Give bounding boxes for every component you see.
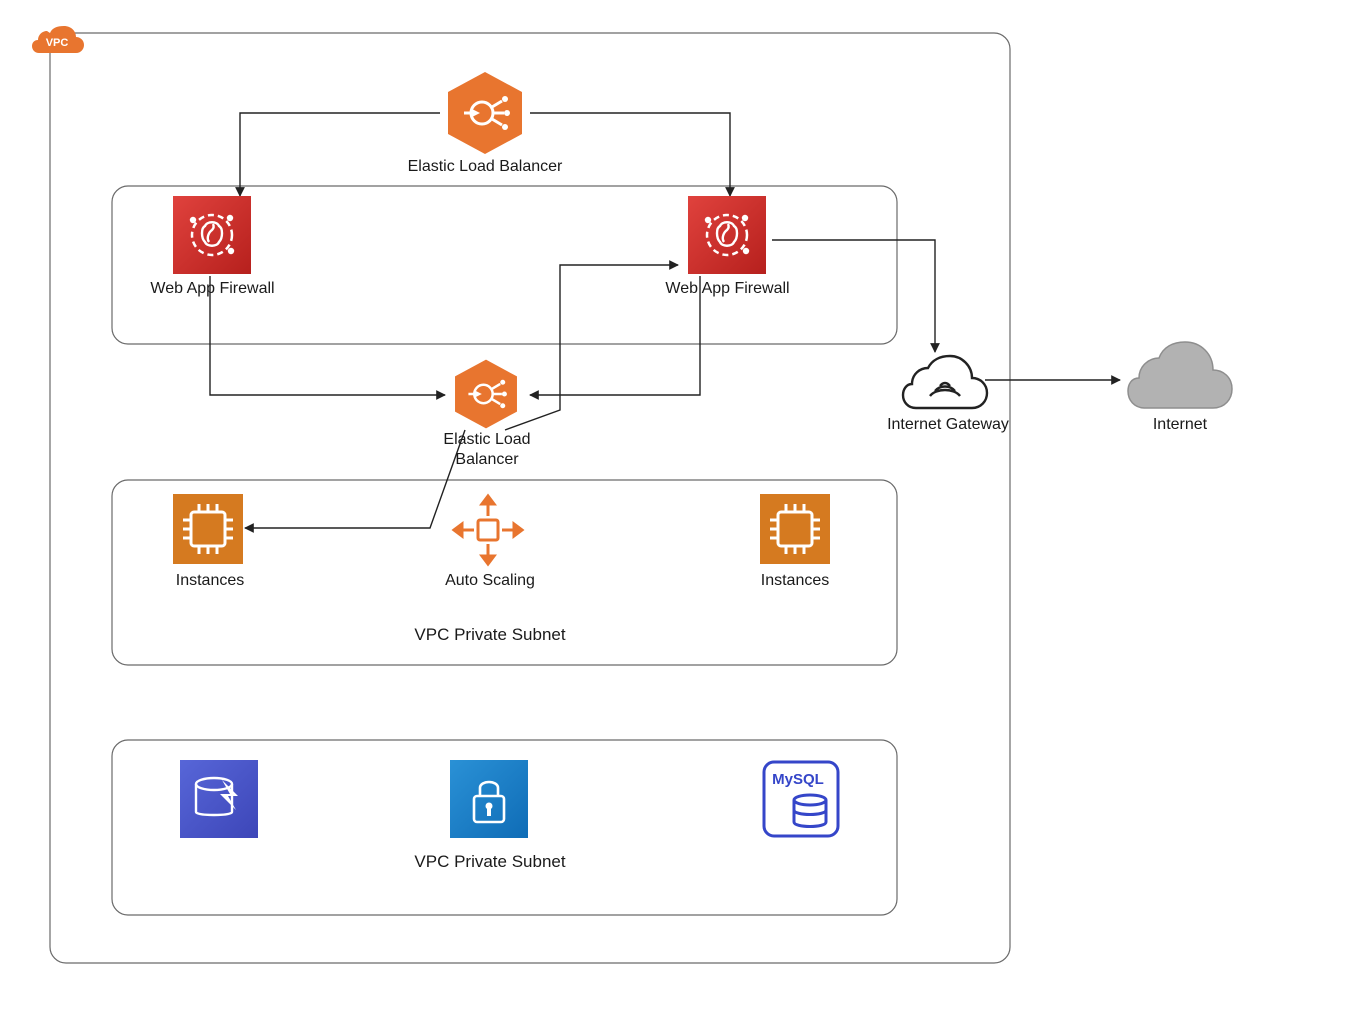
waf-right-icon	[688, 196, 766, 274]
db-lock-icon	[450, 760, 528, 838]
waf-left-icon	[173, 196, 251, 274]
elb-top-icon	[442, 70, 528, 156]
vpc-badge: VPC	[30, 22, 86, 56]
waf-right-label: Web App Firewall	[645, 280, 810, 298]
instances-right-icon	[760, 494, 830, 564]
igw-label: Internet Gateway	[868, 416, 1028, 434]
elb-top-label: Elastic Load Balancer	[380, 158, 590, 176]
auto-scaling-label: Auto Scaling	[420, 572, 560, 590]
svg-text:VPC: VPC	[46, 37, 69, 49]
elb-mid-label: Elastic Load Balancer	[422, 430, 552, 470]
db-cache-icon	[180, 760, 258, 838]
internet-label: Internet	[1125, 416, 1235, 434]
conn-elb-top-to-waf-left	[240, 113, 440, 196]
svg-text:MySQL: MySQL	[772, 771, 824, 788]
waf-left-label: Web App Firewall	[130, 280, 295, 298]
instances-left-label: Instances	[135, 572, 285, 590]
subnet2-label: VPC Private Subnet	[400, 852, 580, 872]
diagram-stage: VPC Elastic Load Balancer	[0, 0, 1351, 1011]
internet-gateway-icon	[900, 346, 990, 416]
instances-right-label: Instances	[720, 572, 870, 590]
db-mysql-icon: MySQL	[760, 758, 842, 840]
conn-elb-top-to-waf-right	[530, 113, 730, 196]
elb-mid-icon	[450, 358, 522, 430]
internet-icon	[1125, 330, 1235, 420]
subnet1-label: VPC Private Subnet	[400, 625, 580, 645]
instances-left-icon	[173, 494, 243, 564]
auto-scaling-icon	[448, 490, 528, 570]
